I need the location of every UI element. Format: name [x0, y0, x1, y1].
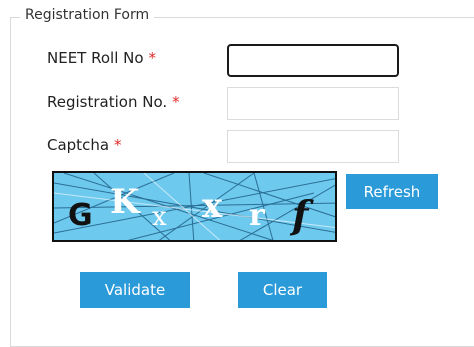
- captcha-char: f: [289, 192, 314, 237]
- required-marker: *: [172, 93, 180, 111]
- registration-no-label: Registration No. *: [47, 93, 180, 111]
- captcha-noise: G K x x r f: [54, 173, 335, 240]
- required-marker: *: [114, 136, 122, 154]
- captcha-label: Captcha *: [47, 136, 122, 154]
- captcha-char: x: [202, 186, 223, 226]
- captcha-char: K: [110, 182, 141, 222]
- neet-roll-no-label-text: NEET Roll No: [47, 49, 144, 67]
- captcha-char: x: [152, 202, 167, 232]
- registration-no-input[interactable]: [227, 87, 399, 120]
- captcha-input[interactable]: [227, 130, 399, 163]
- clear-button[interactable]: Clear: [238, 272, 327, 308]
- registration-no-label-text: Registration No.: [47, 93, 168, 111]
- refresh-captcha-button[interactable]: Refresh: [346, 174, 438, 209]
- required-marker: *: [148, 49, 157, 67]
- form-legend: Registration Form: [20, 7, 155, 23]
- neet-roll-no-label: NEET Roll No *: [47, 49, 156, 67]
- captcha-char: G: [68, 198, 93, 233]
- captcha-char: r: [249, 198, 266, 233]
- captcha-label-text: Captcha: [47, 136, 110, 154]
- neet-roll-no-input[interactable]: [227, 44, 399, 77]
- captcha-image: G K x x r f: [52, 171, 337, 242]
- validate-button[interactable]: Validate: [80, 272, 190, 308]
